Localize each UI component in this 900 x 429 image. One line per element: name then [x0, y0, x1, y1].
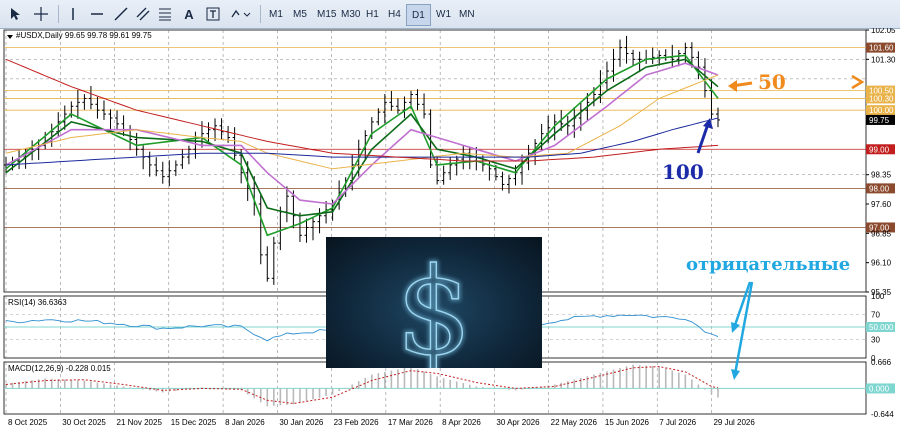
x-tick-label: 21 Nov 2025 — [117, 418, 163, 427]
price-badge-label: 100.30 — [869, 94, 894, 103]
y-tick-label: 98.35 — [871, 171, 892, 180]
x-tick-label: 17 Mar 2026 — [388, 418, 433, 427]
moving-average-10 — [5, 58, 719, 217]
annotation-50-label: 50 — [758, 70, 786, 94]
y-tick-label: 97.60 — [871, 200, 892, 209]
rsi-tick-label: 30 — [871, 335, 880, 344]
svg-text:$: $ — [396, 243, 472, 368]
macd-badge-label: 0.000 — [869, 384, 890, 393]
y-tick-label: 101.30 — [871, 55, 896, 64]
price-badge-label: 99.00 — [869, 145, 890, 154]
cursor-icon[interactable] — [6, 4, 24, 24]
label-tool-icon[interactable] — [204, 4, 222, 24]
dollar-sign-image: $ $ — [326, 237, 542, 368]
price-badge-label: 98.00 — [869, 184, 890, 193]
macd-title: MACD(12,26,9) -0.228 0.015 — [8, 364, 111, 373]
annotation-100-label: 100 — [662, 160, 704, 184]
moving-average-5 — [5, 54, 719, 237]
price-badge-label: 101.60 — [869, 44, 894, 53]
y-tick-label: 102.05 — [871, 28, 896, 35]
timeframe-d1[interactable]: D1 — [406, 4, 431, 26]
crosshair-icon[interactable] — [32, 4, 50, 24]
collapse-triangle-icon — [7, 35, 13, 39]
x-tick-label: 15 Dec 2025 — [171, 418, 217, 427]
trendline-icon[interactable] — [112, 4, 130, 24]
y-tick-label: 96.10 — [871, 259, 892, 268]
moving-average-100 — [5, 117, 719, 166]
x-tick-label: 23 Feb 2026 — [334, 418, 379, 427]
arrow-50-head — [728, 80, 737, 92]
main-chart-title: #USDX,Daily 99.65 99.78 99.61 99.75 — [16, 31, 152, 40]
macd-signal-line — [5, 366, 719, 405]
chevron-right-icon — [851, 74, 865, 90]
horizontal-line-icon[interactable] — [88, 4, 106, 24]
terminal-window: A M1 M5 M15 M30 H1 H4 D1 W1 MN 8 Oct 202… — [0, 0, 900, 429]
x-tick-label: 8 Oct 2025 — [8, 418, 48, 427]
dollar-sign-icon: $ $ — [394, 241, 474, 368]
x-tick-label: 7 Jul 2026 — [659, 418, 696, 427]
timeframe-w1[interactable]: W1 — [431, 4, 456, 24]
x-tick-label: 22 May 2026 — [551, 418, 598, 427]
price-badge-label: 99.75 — [869, 116, 890, 125]
arrow-macd-head — [731, 369, 740, 380]
macd-tick-label: -0.644 — [871, 410, 894, 419]
x-tick-label: 8 Jan 2026 — [225, 418, 265, 427]
text-tool-icon[interactable]: A — [180, 4, 198, 24]
arrow-100 — [696, 123, 710, 154]
macd-tick-label: 0.666 — [871, 358, 892, 367]
vertical-line-icon[interactable] — [64, 4, 82, 24]
x-tick-label: 15 Jun 2026 — [605, 418, 650, 427]
rsi-tick-label: 100 — [871, 292, 885, 301]
fibonacci-icon[interactable] — [156, 4, 174, 24]
chart-toolbar: A M1 M5 M15 M30 H1 H4 D1 W1 MN — [0, 0, 900, 29]
y-tick-label: 96.85 — [871, 229, 892, 238]
price-badge-label: 100.00 — [869, 106, 894, 115]
rsi-title: RSI(14) 36.6363 — [8, 298, 67, 307]
rsi-badge-label: 50.000 — [869, 323, 894, 332]
x-tick-label: 30 Apr 2026 — [496, 418, 540, 427]
shapes-dropdown-icon[interactable] — [228, 4, 254, 24]
channel-icon[interactable] — [134, 4, 152, 24]
timeframe-h1[interactable]: H1 — [361, 4, 384, 24]
timeframe-m5[interactable]: M5 — [288, 4, 312, 24]
timeframe-h4[interactable]: H4 — [383, 4, 406, 24]
timeframe-m1[interactable]: M1 — [264, 4, 288, 24]
x-tick-label: 30 Jan 2026 — [279, 418, 324, 427]
rsi-tick-label: 70 — [871, 311, 880, 320]
x-tick-label: 8 Apr 2026 — [442, 418, 481, 427]
x-tick-label: 30 Oct 2025 — [62, 418, 106, 427]
annotation-negative-label: отрицательные — [686, 254, 851, 275]
x-tick-label: 29 Jul 2026 — [713, 418, 755, 427]
timeframe-mn[interactable]: MN — [454, 4, 480, 24]
